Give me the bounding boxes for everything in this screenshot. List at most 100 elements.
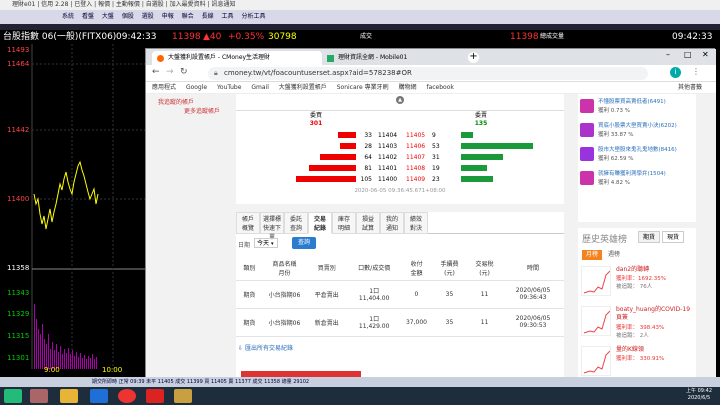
bookmark-sonicare[interactable]: Sonicare 專業牙刷 (337, 84, 389, 91)
ask-bar (461, 132, 473, 138)
menu-item-1[interactable]: 系統 (62, 13, 74, 20)
bookmark-facebook[interactable]: facebook (426, 84, 453, 91)
more-accounts-link[interactable]: 更多追蹤帳戶 (158, 107, 220, 116)
tab-6[interactable]: 損益 試算 (356, 212, 380, 234)
rank-item[interactable]: 量的K線領 獲利率： 330.91% (578, 344, 696, 379)
volume-bars (34, 304, 97, 369)
row2-product[interactable]: 小台指期06 (262, 308, 307, 337)
export-link[interactable]: ⇩ 匯出所有交易紀錄 (238, 343, 293, 352)
ticker-volume: 30798 (268, 32, 297, 42)
taskbar-app-1-icon[interactable] (30, 389, 48, 403)
address-bar-row: ← → ↻ 🔒︎ cmoney.tw/vt/foacountuserset.as… (146, 65, 716, 82)
maximize-button[interactable]: □ (684, 50, 692, 59)
menu-item-5[interactable]: 選股 (142, 13, 154, 20)
date-select[interactable]: 今天 ▾ (254, 238, 278, 248)
bookmark-cmoney[interactable]: 大盤獲利設置帳戶 (279, 84, 327, 91)
taskbar-app-2-icon[interactable] (146, 389, 164, 403)
row1-tax: 11 (467, 280, 503, 309)
followed-title: 買底小股票大壆買賣小決(6202) (598, 123, 677, 129)
followed-item[interactable]: 就擁有賺獲利測學弁(1504) 獲利 4.82 % (578, 168, 696, 190)
row1-datetime: 2020/06/05 09:36:43 (502, 280, 564, 309)
bookmark-shop[interactable]: 購物網 (399, 84, 417, 91)
new-tab-button[interactable]: + (468, 52, 479, 63)
tab-3[interactable]: 委託 查詢 (284, 212, 308, 234)
bid-volume: 105 (360, 176, 372, 183)
bookmark-youtube[interactable]: YouTube (217, 84, 241, 91)
bid-price: 11402 (378, 154, 398, 161)
ticker-volume-label: 成交 (360, 33, 373, 40)
minimize-button[interactable]: – (666, 50, 670, 59)
ticker-time: 09:42:33 (116, 32, 157, 42)
sell-header: 委賣 135 (461, 112, 501, 128)
row2-time: 09:30:53 (519, 322, 547, 329)
clock[interactable]: 上午 09:42 2020/6/5 (686, 388, 712, 402)
tab-5[interactable]: 庫存 明細 (332, 212, 356, 234)
ask-bar (461, 165, 487, 171)
tab-futures[interactable]: 期貨 (638, 231, 660, 243)
bookmark-others[interactable]: 其他書籤 (678, 82, 702, 94)
kebab-menu-icon[interactable]: ⋮ (692, 67, 700, 76)
row1-fee: 35 (431, 280, 467, 309)
tab-7[interactable]: 我的 通知 (380, 212, 404, 234)
folder-icon[interactable] (60, 389, 78, 403)
bookmark-gmail[interactable]: Gmail (251, 84, 269, 91)
ask-volume: 31 (432, 154, 440, 161)
followed-item[interactable]: 買底小股票大壆買賣小決(6202) 獲利 33.87 % (578, 120, 696, 142)
rank-item[interactable]: boaty_huang的COVID-19 頁簽 獲利率： 398.43% 被追蹤： … (578, 304, 696, 342)
right-price: 11398 (510, 32, 539, 42)
browser-tab-mobile01[interactable]: 理財資訊全網 - Mobile01 (322, 51, 462, 65)
bid-price: 11403 (378, 143, 398, 150)
collapse-up-icon[interactable]: ▲ (396, 96, 404, 104)
back-icon[interactable]: ← (152, 67, 160, 77)
ask-bar (461, 176, 493, 182)
intraday-chart[interactable]: 11493 11464 11442 11400 11358 11343 1132… (0, 44, 145, 369)
menu-item-2[interactable]: 看盤 (82, 13, 94, 20)
menu-item-4[interactable]: 個股 (122, 13, 134, 20)
tab-4[interactable]: 交易 紀錄 (308, 212, 332, 234)
tab-1[interactable]: 帳戶 概覽 (236, 212, 260, 234)
menu-item-9[interactable]: 工具 (222, 13, 234, 20)
menu-item-7[interactable]: 聯合 (182, 13, 194, 20)
col-product: 商品名稱 月份 (262, 256, 307, 281)
tab-8[interactable]: 績效 對決 (404, 212, 428, 234)
row1-product[interactable]: 小台指期06 (262, 280, 307, 309)
bookmark-google[interactable]: Google (186, 84, 207, 91)
browser-window: 大盤獲利設置帳戶 - CMoney生活理財 理財資訊全網 - Mobile01 … (145, 48, 716, 379)
tab-stock[interactable]: 現貨 (662, 231, 684, 243)
rank-item[interactable]: dan2的聽轉 獲利率：1692.35% 被追蹤： 76人 (578, 264, 696, 302)
query-button[interactable]: 查詢 (292, 237, 316, 249)
url-input[interactable]: 🔒︎ cmoney.tw/vt/foacountuserset.aspx?aid… (208, 67, 648, 80)
ticker-price: 11398 (172, 32, 201, 42)
mobile01-favicon-icon (327, 55, 334, 62)
orderbook-rows: 33 11404 11405 9 28 11403 11406 53 64 11402 11407 3… (236, 130, 564, 185)
followed-item[interactable]: 股市大壆股來鬼孔鬼地數(8416) 獲利 62.59 % (578, 144, 696, 166)
reload-icon[interactable]: ↻ (180, 67, 188, 77)
taskbar-app-3-icon[interactable] (174, 389, 192, 403)
close-window-button[interactable]: ✕ (702, 50, 709, 59)
start-icon[interactable] (4, 389, 22, 403)
bookmark-apps[interactable]: 應用程式 (152, 84, 176, 91)
menu-item-3[interactable]: 大盤 (102, 13, 114, 20)
row1-lots: 1口 (369, 288, 380, 295)
date-label: 日期 (238, 242, 251, 249)
tab-strip: 帳戶 概覽 選擇標 快速下單 委託 查詢 交易 紀錄 庫存 明細 損益 試算 我的 通知 績效 對決 (236, 212, 564, 241)
chrome-icon[interactable] (118, 389, 136, 403)
menu-item-10[interactable]: 分析工具 (241, 13, 265, 20)
my-followed-accounts-link[interactable]: 我追蹤的帳戶 (158, 98, 220, 107)
ask-price: 11409 (406, 176, 426, 183)
col-fee: 手續費 (元) (431, 256, 467, 281)
row1-type: 期貨 (236, 280, 263, 309)
tab-weekly[interactable]: 週榜 (608, 250, 620, 260)
forward-icon[interactable]: → (166, 67, 174, 77)
edge-icon[interactable] (90, 389, 108, 403)
x-tick-1: 9:00 (44, 366, 60, 374)
followed-item[interactable]: 不懂股票買高賣低者(6491) 獲利 0.73 % (578, 96, 696, 118)
tab-2[interactable]: 選擇標 快速下單 (260, 212, 284, 241)
browser-tab-cmoney[interactable]: 大盤獲利設置帳戶 - CMoney生活理財 (152, 51, 322, 65)
tab-monthly[interactable]: 月榜 (582, 250, 602, 260)
orderbook-row: 28 11403 11406 53 (236, 141, 564, 152)
bid-volume: 64 (364, 154, 372, 161)
profile-avatar[interactable]: i (670, 67, 681, 78)
menu-item-8[interactable]: 長線 (202, 13, 214, 20)
menu-item-6[interactable]: 申報 (162, 13, 174, 20)
